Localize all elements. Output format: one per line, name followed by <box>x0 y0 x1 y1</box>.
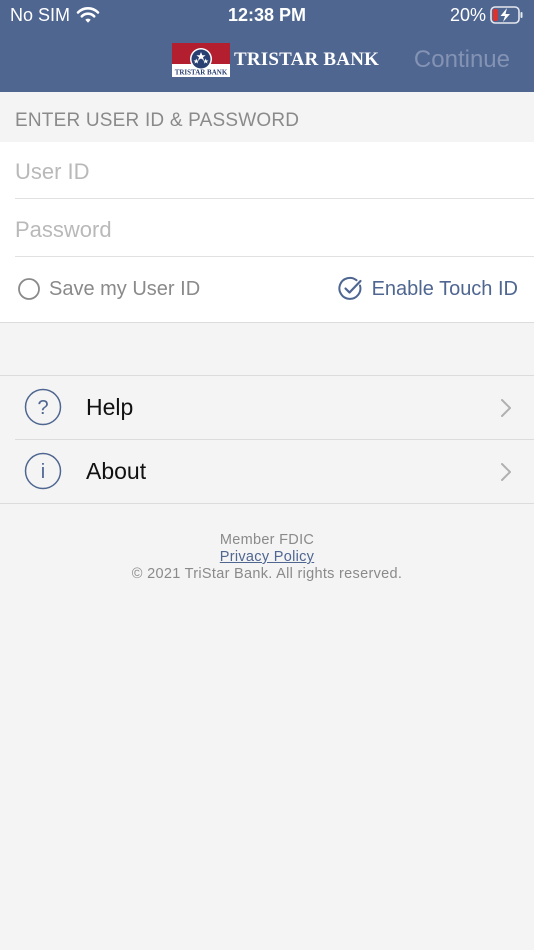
status-right: 20% <box>450 4 524 26</box>
privacy-policy-link[interactable]: Privacy Policy <box>220 549 314 565</box>
header-bar: No SIM 12:38 PM 20% TRISTAR BANK TRISTAR… <box>0 0 534 92</box>
help-row[interactable]: ? Help <box>0 376 534 439</box>
save-user-id-toggle[interactable]: Save my User ID <box>17 274 200 304</box>
continue-button[interactable]: Continue <box>414 44 510 76</box>
member-fdic: Member FDIC <box>219 532 315 548</box>
logo-text: TRISTAR BANK <box>234 49 380 70</box>
svg-text:?: ? <box>37 397 48 419</box>
logo-badge-text: TRISTAR BANK <box>175 69 228 77</box>
login-screen: No SIM 12:38 PM 20% TRISTAR BANK TRISTAR… <box>0 0 534 950</box>
chevron-right-icon <box>501 399 511 417</box>
login-form: Save my User ID Enable Touch ID <box>0 142 534 322</box>
about-label: About <box>86 458 147 484</box>
help-label: Help <box>86 394 134 420</box>
about-row[interactable]: i About <box>0 440 534 503</box>
radio-unchecked-icon <box>18 278 40 300</box>
divider <box>0 322 534 323</box>
footer: Member FDIC Privacy Policy © 2021 TriSta… <box>0 532 534 583</box>
battery-percent: 20% <box>449 4 486 25</box>
user-id-input[interactable] <box>15 144 534 200</box>
battery-charging-icon <box>490 6 524 24</box>
info-icon: i <box>24 452 62 490</box>
copyright: © 2021 TriStar Bank. All rights reserved… <box>131 566 403 582</box>
question-mark-icon: ? <box>24 388 62 426</box>
tristar-logo-mark: TRISTAR BANK <box>172 43 230 77</box>
password-input[interactable] <box>15 202 534 258</box>
chevron-right-icon <box>501 463 511 481</box>
divider <box>15 256 534 257</box>
bank-logo: TRISTAR BANK TRISTAR BANK <box>172 43 379 77</box>
divider <box>0 503 534 504</box>
divider <box>15 198 534 199</box>
svg-text:i: i <box>41 461 45 483</box>
save-user-id-label: Save my User ID <box>49 277 201 300</box>
enable-touch-id-label: Enable Touch ID <box>371 277 518 300</box>
enable-touch-id-toggle[interactable]: Enable Touch ID <box>338 274 518 304</box>
check-circle-icon <box>338 276 362 300</box>
section-label: ENTER USER ID & PASSWORD <box>15 110 300 131</box>
